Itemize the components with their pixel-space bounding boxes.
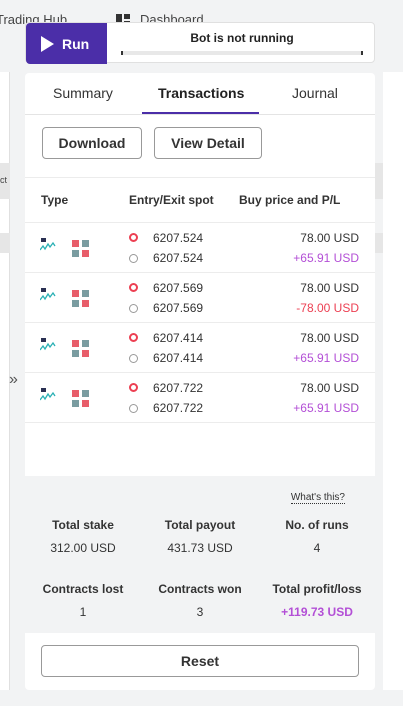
total-stake-value: 312.00 USD (50, 541, 116, 555)
bot-status-progress (121, 51, 363, 55)
contracts-won-label: Contracts won (158, 582, 242, 596)
whats-this-link[interactable]: What's this? (290, 492, 345, 504)
runs-label: No. of runs (285, 518, 349, 532)
bot-status-text: Bot is not running (190, 31, 294, 45)
left-strip-label: ct (0, 175, 8, 185)
double-chevron-right-icon[interactable]: » (9, 371, 18, 389)
entry-spot: 6207.414 (153, 331, 204, 345)
total-payout-label: Total payout (164, 518, 236, 532)
summary-section: What's this? Total stake 312.00 USD Tota… (25, 476, 375, 633)
market-icon (72, 240, 90, 258)
right-strip (375, 163, 383, 199)
entry-spot-marker-icon (129, 383, 138, 392)
right-strip-2 (375, 233, 383, 253)
contract-type-icon (39, 338, 56, 352)
tab-bar: Summary Transactions Journal (25, 73, 375, 115)
exit-spot-marker-icon (129, 254, 138, 263)
transactions-table-header: Type Entry/Exit spot Buy price and P/L (25, 177, 375, 223)
runs-value: 4 (313, 541, 321, 555)
table-row[interactable]: 6207.524 6207.524 78.00 USD +65.91 USD (25, 223, 375, 273)
contract-type-icon (39, 388, 56, 402)
contract-type-icon (39, 288, 56, 302)
contracts-won-value: 3 (196, 605, 204, 619)
run-button-label: Run (62, 35, 90, 52)
entry-spot-marker-icon (129, 233, 138, 242)
exit-spot: 6207.569 (153, 301, 204, 315)
total-profit-value: +119.73 USD (281, 605, 353, 619)
active-tab-indicator (142, 112, 259, 114)
run-bar: Run Bot is not running (25, 22, 375, 64)
table-row[interactable]: 6207.722 6207.722 78.00 USD +65.91 USD (25, 373, 375, 423)
buy-price: 78.00 USD (300, 281, 359, 295)
left-strip-2 (0, 233, 10, 253)
total-stake-label: Total stake (52, 518, 114, 532)
total-profit-label: Total profit/loss (272, 582, 362, 596)
exit-spot: 6207.524 (153, 251, 204, 265)
table-row[interactable]: 6207.569 6207.569 78.00 USD -78.00 USD (25, 273, 375, 323)
profit-loss: +65.91 USD (293, 251, 359, 265)
header-type: Type (41, 193, 69, 207)
right-panel-edge (383, 72, 403, 690)
buy-price: 78.00 USD (300, 331, 359, 345)
entry-spot-marker-icon (129, 283, 138, 292)
buy-price: 78.00 USD (300, 381, 359, 395)
profit-loss: +65.91 USD (293, 351, 359, 365)
play-icon (41, 35, 54, 52)
tab-journal[interactable]: Journal (292, 85, 338, 101)
exit-spot: 6207.722 (153, 401, 204, 415)
exit-spot-marker-icon (129, 354, 138, 363)
entry-spot: 6207.524 (153, 231, 204, 245)
view-detail-button[interactable]: View Detail (154, 127, 262, 159)
buy-price: 78.00 USD (300, 231, 359, 245)
total-payout-value: 431.73 USD (167, 541, 233, 555)
tab-summary[interactable]: Summary (53, 85, 113, 101)
header-entry-exit: Entry/Exit spot (129, 193, 214, 207)
market-icon (72, 390, 90, 408)
profit-loss: +65.91 USD (293, 401, 359, 415)
entry-spot: 6207.722 (153, 381, 204, 395)
contract-type-icon (39, 238, 56, 252)
run-button[interactable]: Run (26, 23, 107, 64)
market-icon (72, 340, 90, 358)
profit-loss: -78.00 USD (296, 301, 359, 315)
entry-spot: 6207.569 (153, 281, 204, 295)
exit-spot-marker-icon (129, 404, 138, 413)
table-row[interactable]: 6207.414 6207.414 78.00 USD +65.91 USD (25, 323, 375, 373)
reset-button[interactable]: Reset (41, 645, 359, 677)
left-strip: ct (0, 163, 10, 199)
contracts-lost-value: 1 (79, 605, 87, 619)
header-buy-pl: Buy price and P/L (239, 193, 341, 207)
exit-spot: 6207.414 (153, 351, 204, 365)
exit-spot-marker-icon (129, 304, 138, 313)
tab-transactions[interactable]: Transactions (158, 85, 244, 101)
market-icon (72, 290, 90, 308)
download-button[interactable]: Download (42, 127, 142, 159)
contracts-lost-label: Contracts lost (42, 582, 124, 596)
run-panel: Summary Transactions Journal Download Vi… (25, 73, 375, 690)
entry-spot-marker-icon (129, 333, 138, 342)
